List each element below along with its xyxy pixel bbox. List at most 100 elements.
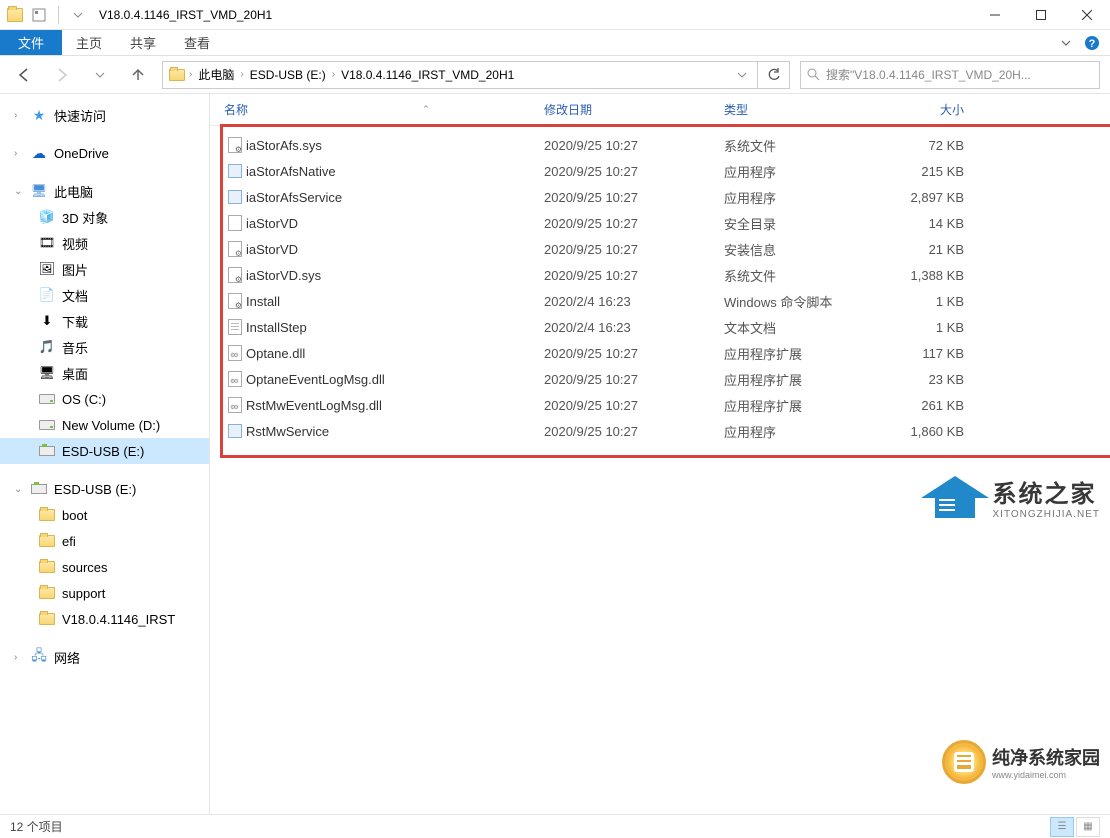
ribbon-expand-icon[interactable] [1060,37,1072,49]
file-row[interactable]: iaStorVD2020/9/25 10:27安装信息21 KB [210,236,1110,262]
sidebar-label: V18.0.4.1146_IRST [62,612,175,627]
search-input[interactable]: 搜索"V18.0.4.1146_IRST_VMD_20H... [800,61,1100,89]
folder-app-icon [4,4,26,26]
back-button[interactable] [10,61,38,89]
file-row[interactable]: iaStorVD.sys2020/9/25 10:27系统文件1,388 KB [210,262,1110,288]
file-row[interactable]: Install2020/2/4 16:23Windows 命令脚本1 KB [210,288,1110,314]
file-row[interactable]: RstMwEventLogMsg.dll2020/9/25 10:27应用程序扩… [210,392,1110,418]
file-size: 117 KB [874,346,964,361]
sidebar-folder-irst[interactable]: V18.0.4.1146_IRST [0,606,209,632]
tab-share[interactable]: 共享 [116,30,170,55]
sidebar-downloads[interactable]: ⬇下载 [0,308,209,334]
chevron-right-icon[interactable]: › [330,69,337,80]
file-size: 21 KB [874,242,964,257]
sidebar-pictures[interactable]: 🖼图片 [0,256,209,282]
tab-home[interactable]: 主页 [62,30,116,55]
sidebar-network[interactable]: ›🖧网络 [0,644,209,670]
file-row[interactable]: iaStorAfsService2020/9/25 10:27应用程序2,897… [210,184,1110,210]
view-icons-button[interactable]: ▦ [1076,817,1100,837]
close-button[interactable] [1064,0,1110,30]
qat-properties-icon[interactable] [28,4,50,26]
sidebar-drive-e[interactable]: ESD-USB (E:) [0,438,209,464]
qat-dropdown-icon[interactable] [67,4,89,26]
file-row[interactable]: InstallStep2020/2/4 16:23文本文档1 KB [210,314,1110,340]
file-date: 2020/9/25 10:27 [544,346,724,361]
column-size[interactable]: 大小 [874,101,964,118]
ribbon: 文件 主页 共享 查看 ? [0,30,1110,56]
file-type: 应用程序 [724,188,874,207]
sidebar-onedrive[interactable]: ›☁OneDrive [0,140,209,166]
file-name: OptaneEventLogMsg.dll [246,372,544,387]
watermark-1: 系统之家XITONGZHIJIA.NET [925,474,1101,520]
help-icon[interactable]: ? [1084,35,1100,51]
breadcrumb[interactable]: › 此电脑 › ESD-USB (E:) › V18.0.4.1146_IRST… [162,61,758,89]
breadcrumb-item[interactable]: V18.0.4.1146_IRST_VMD_20H1 [337,68,518,82]
tab-view[interactable]: 查看 [170,30,224,55]
sidebar-drive-c[interactable]: OS (C:) [0,386,209,412]
maximize-button[interactable] [1018,0,1064,30]
file-type-icon [224,267,246,283]
file-row[interactable]: RstMwService2020/9/25 10:27应用程序1,860 KB [210,418,1110,444]
sidebar-folder-boot[interactable]: boot [0,502,209,528]
column-type[interactable]: 类型 [724,101,874,118]
file-name: iaStorVD [246,242,544,257]
search-icon [807,68,820,81]
chevron-right-icon[interactable]: › [238,69,245,80]
sidebar-quickaccess[interactable]: ›★快速访问 [0,102,209,128]
pc-icon: 🖥 [30,182,48,200]
file-type-icon [224,371,246,387]
file-type: 应用程序 [724,162,874,181]
sidebar-desktop[interactable]: 🖥桌面 [0,360,209,386]
watermark-url: XITONGZHIJIA.NET [993,509,1101,520]
sidebar-documents[interactable]: 📄文档 [0,282,209,308]
sidebar-label: ESD-USB (E:) [54,482,136,497]
sidebar-3dobjects[interactable]: 🧊3D 对象 [0,204,209,230]
sidebar-esd-root[interactable]: ⌄ESD-USB (E:) [0,476,209,502]
file-date: 2020/9/25 10:27 [544,398,724,413]
sidebar-label: OS (C:) [62,392,106,407]
column-headers: 名称⌃ 修改日期 类型 大小 [210,94,1110,126]
sidebar-label: 此电脑 [54,182,93,201]
sidebar-folder-sources[interactable]: sources [0,554,209,580]
folder-icon [38,584,56,602]
sidebar-label: ESD-USB (E:) [62,444,144,459]
file-name: RstMwService [246,424,544,439]
file-size: 215 KB [874,164,964,179]
sidebar-folder-support[interactable]: support [0,580,209,606]
file-row[interactable]: iaStorVD2020/9/25 10:27安全目录14 KB [210,210,1110,236]
sidebar-thispc[interactable]: ⌄🖥此电脑 [0,178,209,204]
sidebar-label: 下载 [62,312,88,331]
file-tab[interactable]: 文件 [0,30,62,55]
file-type-icon [224,164,246,178]
sidebar-videos[interactable]: 🎞视频 [0,230,209,256]
recent-dropdown-icon[interactable] [86,61,114,89]
file-size: 1 KB [874,294,964,309]
minimize-button[interactable] [972,0,1018,30]
sidebar-folder-efi[interactable]: efi [0,528,209,554]
statusbar: 12 个项目 ☰ ▦ [0,814,1110,838]
file-row[interactable]: OptaneEventLogMsg.dll2020/9/25 10:27应用程序… [210,366,1110,392]
usb-drive-icon [30,480,48,498]
file-row[interactable]: Optane.dll2020/9/25 10:27应用程序扩展117 KB [210,340,1110,366]
sidebar: ›★快速访问 ›☁OneDrive ⌄🖥此电脑 🧊3D 对象 🎞视频 🖼图片 📄… [0,94,210,814]
forward-button[interactable] [48,61,76,89]
breadcrumb-dropdown-icon[interactable] [731,70,753,80]
sidebar-drive-d[interactable]: New Volume (D:) [0,412,209,438]
file-size: 1,860 KB [874,424,964,439]
sidebar-music[interactable]: 🎵音乐 [0,334,209,360]
chevron-right-icon[interactable]: › [187,69,194,80]
sidebar-label: OneDrive [54,146,109,161]
view-details-button[interactable]: ☰ [1050,817,1074,837]
refresh-button[interactable] [758,61,790,89]
search-placeholder: 搜索"V18.0.4.1146_IRST_VMD_20H... [826,66,1031,83]
file-row[interactable]: iaStorAfsNative2020/9/25 10:27应用程序215 KB [210,158,1110,184]
breadcrumb-item[interactable]: ESD-USB (E:) [246,68,330,82]
column-name[interactable]: 名称⌃ [224,101,544,118]
file-date: 2020/2/4 16:23 [544,294,724,309]
file-date: 2020/9/25 10:27 [544,268,724,283]
up-button[interactable] [124,61,152,89]
breadcrumb-item[interactable]: 此电脑 [194,66,238,83]
file-type-icon [224,397,246,413]
file-row[interactable]: iaStorAfs.sys2020/9/25 10:27系统文件72 KB [210,132,1110,158]
column-date[interactable]: 修改日期 [544,101,724,118]
